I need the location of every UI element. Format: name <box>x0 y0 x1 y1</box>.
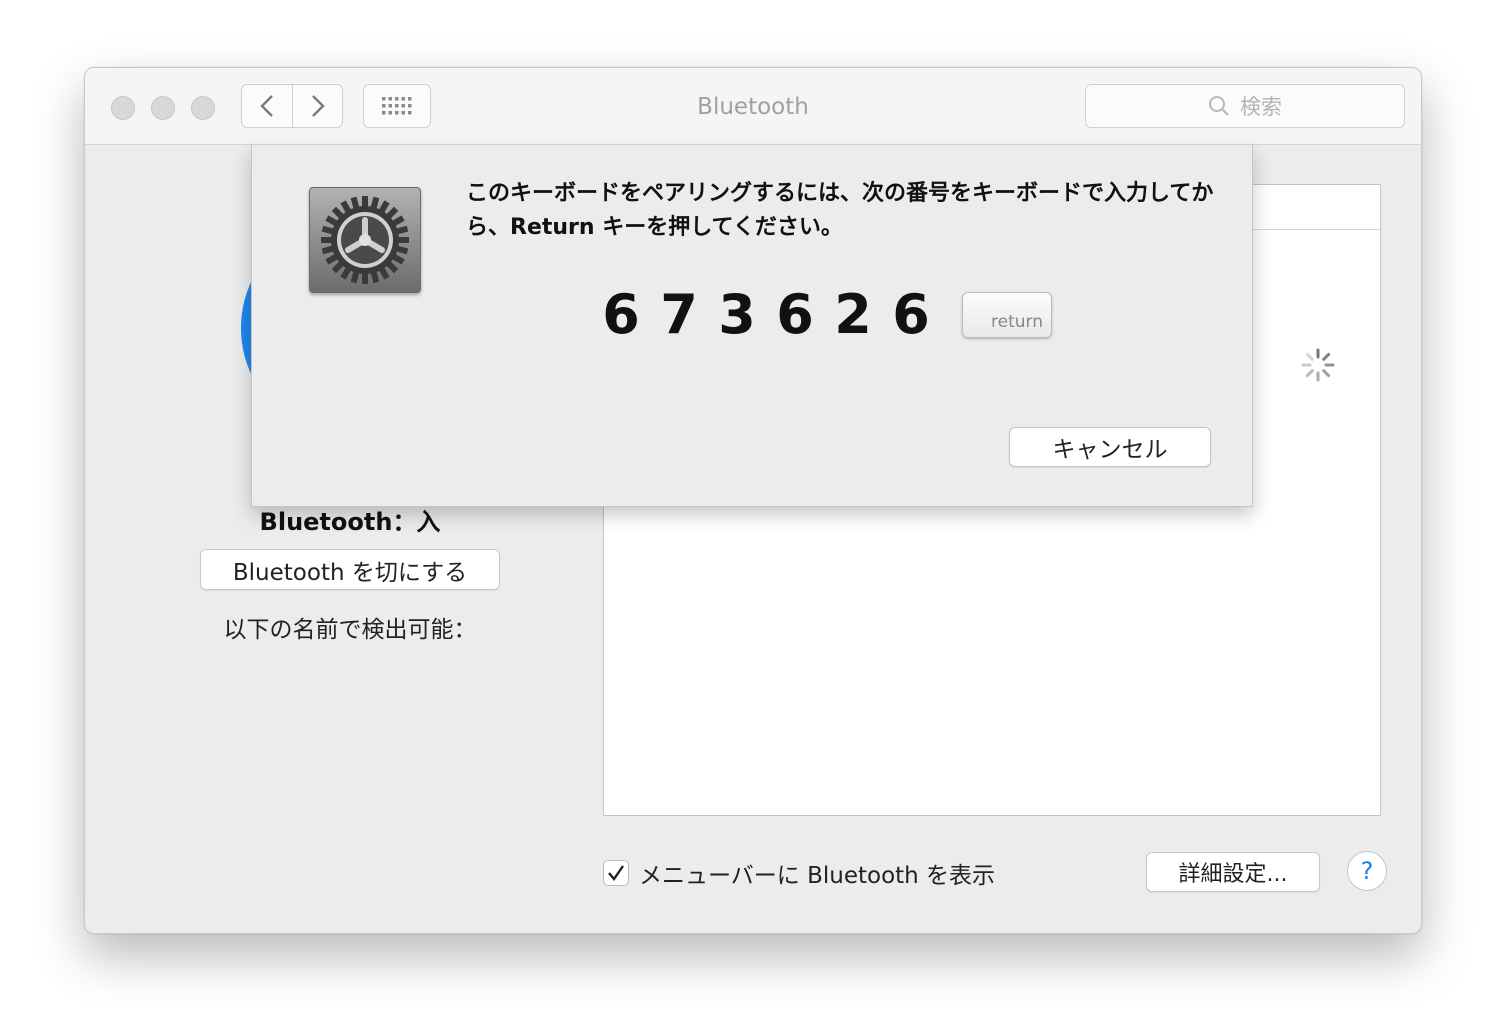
passkey-display: 6 7 3 6 2 6 return <box>592 283 1052 346</box>
passkey-digit: 6 <box>602 283 640 346</box>
search-placeholder: 検索 <box>1240 95 1282 119</box>
passkey-digit: 6 <box>776 283 814 346</box>
gear-icon <box>321 196 409 284</box>
passkey-digit: 2 <box>834 283 872 346</box>
titlebar: Bluetooth 検索 <box>85 68 1421 145</box>
return-key-graphic: return <box>962 291 1052 338</box>
pairing-message: このキーボードをペアリングするには、次の番号をキーボードで入力してから、Retu… <box>466 181 1214 240</box>
show-in-menubar-checkbox[interactable] <box>603 860 629 886</box>
advanced-button[interactable]: 詳細設定... <box>1146 852 1320 892</box>
discoverable-label: 以下の名前で検出可能： <box>223 617 477 643</box>
passkey-digit: 7 <box>660 283 698 346</box>
help-button[interactable]: ? <box>1347 851 1387 891</box>
passkey-digit: 6 <box>892 283 930 346</box>
search-icon <box>1209 96 1229 116</box>
show-in-menubar-option[interactable]: メニューバーに Bluetooth を表示 <box>603 856 995 890</box>
passkey-digit: 3 <box>718 283 756 346</box>
search-field[interactable]: 検索 <box>1085 84 1405 128</box>
return-key-label: return <box>991 311 1043 332</box>
system-preferences-icon <box>309 187 421 293</box>
loading-spinner-icon <box>1301 348 1335 382</box>
show-in-menubar-label: メニューバーに Bluetooth を表示 <box>639 863 996 889</box>
pairing-sheet: このキーボードをペアリングするには、次の番号をキーボードで入力してから、Retu… <box>251 145 1253 507</box>
checkmark-icon <box>608 865 624 881</box>
bluetooth-status: Bluetooth：入 <box>259 508 441 536</box>
bluetooth-toggle-button[interactable]: Bluetooth を切にする <box>200 549 500 590</box>
cancel-button[interactable]: キャンセル <box>1009 427 1211 467</box>
